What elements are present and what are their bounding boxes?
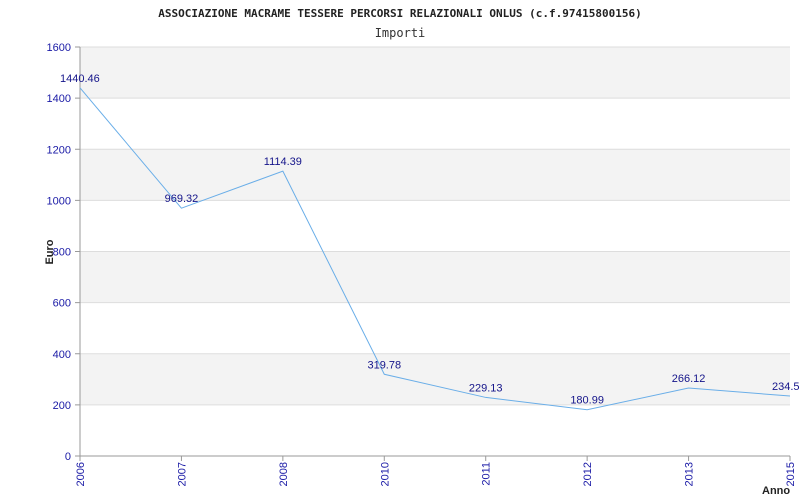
y-tick-label: 600 [53, 298, 71, 310]
line-chart: 02004006008001000120014001600 2006 2007 20… [44, 7, 800, 497]
chart-subtitle: Importi [375, 26, 426, 40]
x-tick-label: 2012 [582, 462, 594, 486]
grid-bands [80, 47, 790, 405]
data-label: 319.78 [367, 359, 401, 371]
y-tick-label: 1600 [47, 42, 71, 54]
x-axis-label: Anno [762, 485, 790, 497]
y-tick-label: 400 [53, 349, 71, 361]
x-tick-label: 2006 [75, 462, 87, 486]
data-label: 229.13 [469, 382, 503, 394]
x-tick-label: 2011 [481, 462, 493, 486]
y-tick-label: 1200 [47, 144, 71, 156]
x-tick-label: 2015 [785, 462, 797, 486]
x-tick-label: 2007 [176, 462, 188, 486]
x-tick-label: 2010 [379, 462, 391, 486]
data-label: 180.99 [570, 395, 604, 407]
grid-band [80, 251, 790, 303]
grid-band [80, 47, 790, 99]
data-label: 1440.46 [60, 73, 100, 85]
data-label: 234.5 [772, 381, 800, 393]
x-tick-label: 2013 [684, 462, 696, 486]
data-label: 969.32 [165, 193, 199, 205]
y-tick-label: 0 [65, 451, 71, 463]
x-tick-labels: 2006 2007 2008 2010 2011 2012 2013 2015 [75, 462, 797, 486]
data-label: 1114.39 [264, 156, 302, 168]
y-tick-label: 1000 [47, 195, 71, 207]
chart-title: ASSOCIAZIONE MACRAME TESSERE PERCORSI RE… [158, 7, 641, 20]
x-tick-label: 2008 [278, 462, 290, 486]
y-axis-label: Euro [44, 239, 56, 264]
y-tick-label: 200 [53, 400, 71, 412]
y-tick-label: 1400 [47, 93, 71, 105]
data-label: 266.12 [672, 373, 706, 385]
